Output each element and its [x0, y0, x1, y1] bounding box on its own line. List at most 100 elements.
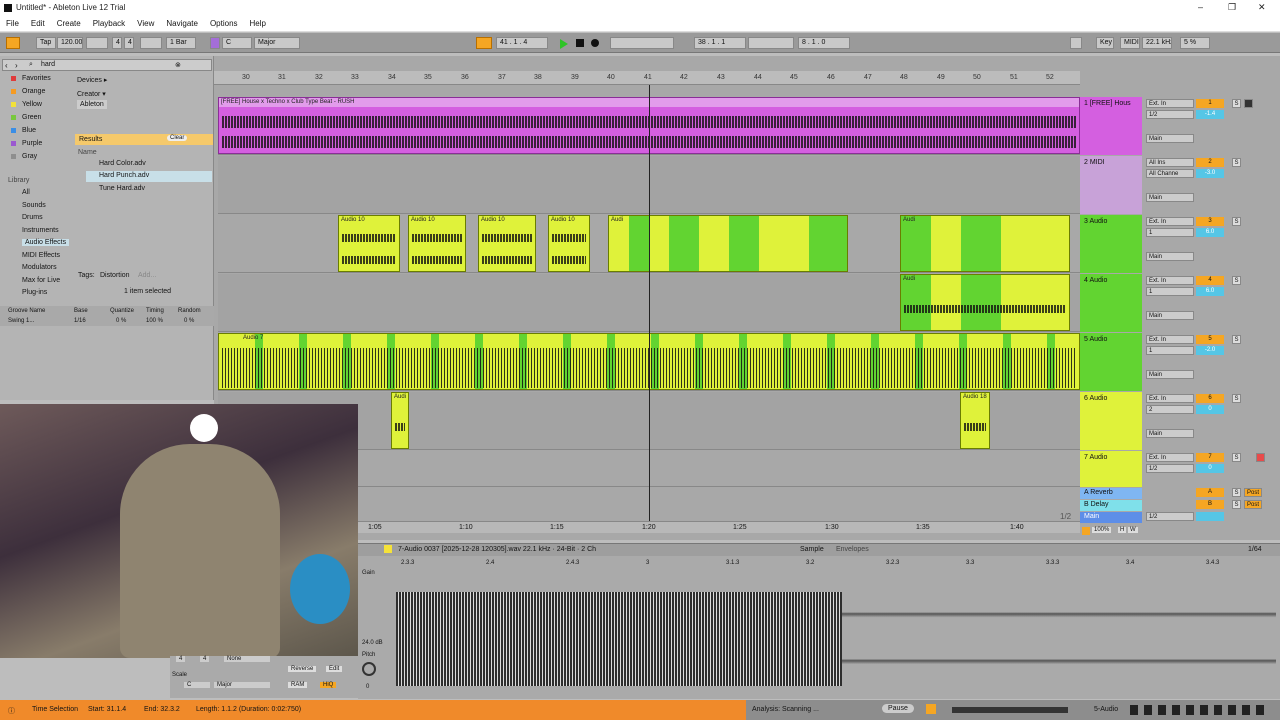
clip-key-select[interactable]: C [184, 682, 210, 688]
metronome-icon[interactable] [140, 37, 162, 49]
color-label-favorites[interactable]: Favorites [22, 75, 51, 82]
minimize-button[interactable]: – [1198, 2, 1203, 12]
groove-base[interactable]: 1/16 [74, 318, 86, 324]
input-channel[interactable]: 1 [1146, 346, 1194, 355]
solo-button[interactable]: S [1232, 99, 1241, 108]
volume-field[interactable]: 0 [1196, 464, 1224, 473]
maximize-button[interactable]: ❐ [1228, 2, 1236, 13]
draw-mode-icon[interactable] [1070, 37, 1082, 49]
track-activator[interactable]: 4 [1196, 276, 1224, 285]
volume-field[interactable]: -1.4 [1196, 110, 1224, 119]
menu-help[interactable]: Help [250, 19, 266, 28]
library-midi-effects[interactable]: MIDI Effects [22, 252, 60, 259]
result-hard-punch[interactable]: Hard Punch.adv [99, 172, 149, 179]
forward-arrow-icon[interactable]: › [15, 61, 18, 70]
loop-toggle-icon[interactable] [748, 37, 794, 49]
return-activator[interactable]: B [1196, 500, 1224, 509]
browser-search-bar[interactable]: ‹ › ⌕ hard ⊗ [2, 59, 212, 71]
clear-button[interactable]: Clear [167, 135, 188, 141]
solo-button[interactable]: S [1232, 158, 1241, 167]
main-channel[interactable]: 1/2 [1146, 512, 1194, 521]
color-label-orange[interactable]: Orange [22, 88, 45, 95]
track-header-1[interactable]: 1 [FREE] Hous [1080, 97, 1142, 155]
groove-timing[interactable]: 100 % [146, 318, 163, 324]
result-tune-hard[interactable]: Tune Hard.adv [99, 185, 145, 192]
reverse-button[interactable]: Reverse [288, 666, 317, 672]
input-type[interactable]: Ext. In [1146, 99, 1194, 108]
return-header-a[interactable]: A Reverb [1080, 488, 1142, 499]
clip-scale-select[interactable]: Major [214, 682, 270, 688]
midi-map-button[interactable]: MIDI [1120, 37, 1140, 49]
sig-den[interactable]: 4 [200, 656, 210, 662]
return-header-b[interactable]: B Delay [1080, 500, 1142, 511]
sample-waveform[interactable] [842, 594, 1276, 684]
main-volume[interactable] [1196, 512, 1224, 521]
solo-button[interactable]: S [1232, 453, 1241, 462]
menu-view[interactable]: View [137, 19, 154, 28]
gain-value[interactable]: 24.0 dB [362, 640, 383, 646]
output-select[interactable]: Main [1146, 429, 1194, 438]
volume-field[interactable]: -3.0 [1196, 169, 1224, 178]
arrangement-clip[interactable]: Audi [391, 392, 409, 449]
pause-button[interactable]: Pause [882, 704, 914, 713]
post-button[interactable]: Post [1244, 488, 1262, 497]
library-all[interactable]: All [22, 189, 30, 196]
follow-icon[interactable] [476, 37, 492, 49]
beat-ruler[interactable]: 30 31 32 33 34 35 36 37 38 39 40 41 42 4… [214, 71, 1080, 85]
track-activator[interactable]: 7 [1196, 453, 1224, 462]
library-drums[interactable]: Drums [22, 214, 43, 221]
output-select[interactable]: Main [1146, 252, 1194, 261]
track-header-4[interactable]: 4 Audio [1080, 274, 1142, 332]
post-button[interactable]: Post [1244, 500, 1262, 509]
input-channel[interactable]: 1/2 [1146, 464, 1194, 473]
solo-button[interactable]: S [1232, 394, 1241, 403]
color-label-green[interactable]: Green [22, 114, 41, 121]
info-icon[interactable]: ⓘ [8, 706, 15, 716]
nudge-icon[interactable] [86, 37, 108, 49]
loop-length[interactable]: 8 . 1 . 0 [798, 37, 850, 49]
arrangement-clip[interactable]: Audio 10 [408, 215, 466, 272]
link-icon[interactable] [6, 37, 20, 49]
return-activator[interactable]: A [1196, 488, 1224, 497]
input-type[interactable]: Ext. In [1146, 394, 1194, 403]
groove-random[interactable]: 0 % [184, 318, 194, 324]
arm-button[interactable] [1256, 453, 1265, 462]
hiq-button[interactable]: HiQ [320, 682, 337, 688]
input-type[interactable]: Ext. In [1146, 276, 1194, 285]
volume-field[interactable]: 0 [1196, 405, 1224, 414]
automation-tools[interactable] [610, 37, 674, 49]
input-channel[interactable]: All Channe [1146, 169, 1194, 178]
clip-activator-icon[interactable] [384, 545, 392, 553]
library-max-for-live[interactable]: Max for Live [22, 277, 60, 284]
arrangement-clip-group[interactable]: Audi [900, 274, 1070, 331]
sig-denominator[interactable]: 4 [124, 37, 134, 49]
solo-button[interactable]: S [1232, 335, 1241, 344]
menu-create[interactable]: Create [57, 19, 81, 28]
menu-edit[interactable]: Edit [31, 19, 45, 28]
record-button[interactable] [591, 39, 599, 47]
color-label-yellow[interactable]: Yellow [22, 101, 42, 108]
tab-envelopes[interactable]: Envelopes [836, 546, 869, 553]
play-button[interactable] [560, 39, 568, 49]
input-type[interactable]: Ext. In [1146, 453, 1194, 462]
input-type[interactable]: Ext. In [1146, 217, 1194, 226]
groove-select[interactable]: None [224, 656, 270, 662]
scale-select[interactable]: Major [254, 37, 300, 49]
view-toggle-icons[interactable] [1130, 705, 1270, 715]
arrangement-clip[interactable]: Audio 10 [478, 215, 536, 272]
color-label-blue[interactable]: Blue [22, 127, 36, 134]
grid-setting[interactable]: 1/64 [1248, 546, 1262, 553]
key-map-button[interactable]: Key [1096, 37, 1114, 49]
sample-waveform-selected[interactable] [396, 592, 842, 686]
sig-num[interactable]: 4 [176, 656, 186, 662]
ram-button[interactable]: RAM [288, 682, 308, 688]
scale-mode-icon[interactable] [210, 37, 220, 49]
sig-numerator[interactable]: 4 [112, 37, 122, 49]
w-toggle[interactable]: W [1128, 527, 1138, 533]
tempo-field[interactable]: 120.00 [57, 37, 83, 49]
track-activator[interactable]: 6 [1196, 394, 1224, 403]
track-header-6[interactable]: 6 Audio [1080, 392, 1142, 450]
quantize-select[interactable]: 1 Bar [166, 37, 196, 49]
edit-button[interactable]: Edit [326, 666, 343, 672]
volume-field[interactable]: -2.0 [1196, 346, 1224, 355]
